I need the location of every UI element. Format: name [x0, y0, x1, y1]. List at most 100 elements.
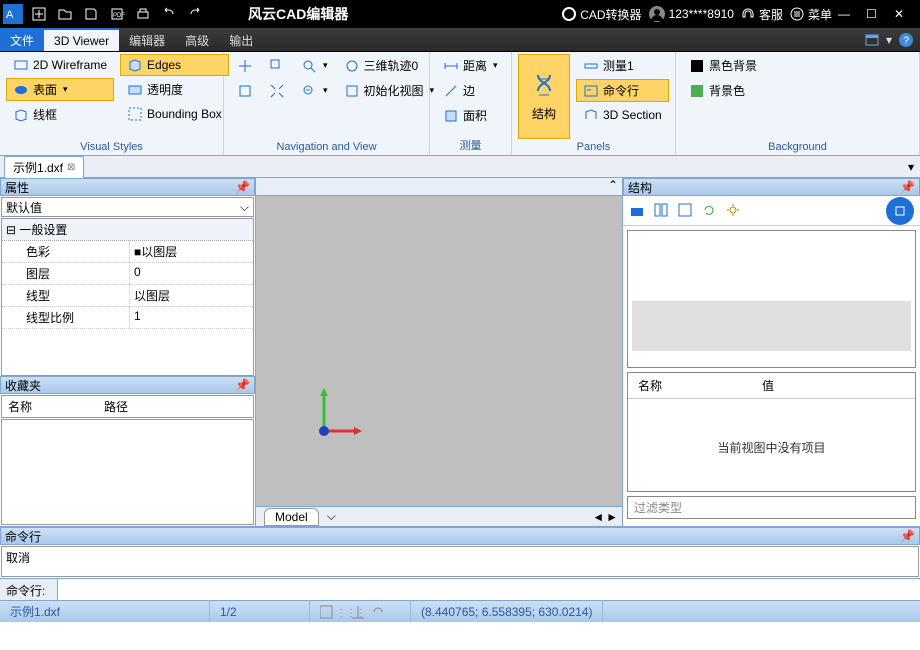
- command-input-row: 命令行:: [0, 578, 920, 600]
- surface-button[interactable]: 表面: [6, 78, 114, 101]
- col-value[interactable]: 值: [752, 373, 784, 398]
- action-fab-icon[interactable]: [886, 197, 914, 225]
- new-icon[interactable]: [28, 3, 50, 25]
- favorites-header: 收藏夹📌: [0, 376, 255, 394]
- support-button[interactable]: 客服: [740, 6, 783, 23]
- tab-editor[interactable]: 编辑器: [119, 28, 175, 51]
- bgcolor-button[interactable]: 背景色: [682, 79, 764, 102]
- user-account[interactable]: 123****8910: [648, 5, 734, 23]
- properties-grid: ⊟ 一般设置 色彩■以图层 图层0 线型以图层 线型比例1: [1, 218, 254, 376]
- command-prompt: 命令行:: [0, 579, 58, 600]
- view-1-icon[interactable]: [629, 202, 647, 220]
- edge-button[interactable]: 边: [436, 79, 505, 102]
- property-row: 图层0: [2, 263, 253, 285]
- nav-tool-4[interactable]: [262, 79, 292, 102]
- structure-header: 结构📌: [623, 178, 920, 196]
- workspace: 属性📌 默认值⌵ ⊟ 一般设置 色彩■以图层 图层0 线型以图层 线型比例1 收…: [0, 178, 920, 526]
- pin-icon[interactable]: 📌: [900, 180, 915, 194]
- col-name[interactable]: 名称: [628, 373, 672, 398]
- ribbon-minimize-icon[interactable]: [864, 32, 880, 48]
- area-button[interactable]: 面积: [436, 104, 505, 127]
- zoom-dropdown[interactable]: [294, 54, 335, 77]
- section-3d-button[interactable]: 3D Section: [576, 104, 669, 126]
- expand-icon[interactable]: ⌃: [604, 178, 622, 195]
- close-button[interactable]: ✕: [894, 7, 916, 21]
- wireframe-icon: [13, 107, 29, 123]
- black-bg-icon: [689, 58, 705, 74]
- init-view-icon: [344, 83, 360, 99]
- model-tab[interactable]: Model: [264, 508, 319, 526]
- close-tab-icon[interactable]: ⊠: [67, 162, 75, 173]
- bgcolor-icon: [689, 83, 705, 99]
- favorites-list[interactable]: [1, 419, 254, 525]
- zoom-out-dropdown[interactable]: [294, 79, 335, 102]
- black-bg-button[interactable]: 黑色背景: [682, 54, 764, 77]
- zoom-icon: [301, 58, 317, 74]
- scroll-left-icon[interactable]: ◄: [592, 510, 604, 524]
- refresh-icon[interactable]: [701, 202, 719, 220]
- open-icon[interactable]: [54, 3, 76, 25]
- tab-3d-viewer[interactable]: 3D Viewer: [44, 28, 119, 51]
- empty-message: 当前视图中没有项目: [628, 399, 915, 456]
- nav-tool-2[interactable]: [262, 54, 292, 77]
- wireframe-2d-icon: [13, 57, 29, 73]
- edges-button[interactable]: Edges: [120, 54, 229, 76]
- edges-icon: [127, 57, 143, 73]
- doc-tabs-dropdown-icon[interactable]: ▾: [908, 160, 914, 174]
- wireframe-2d-button[interactable]: 2D Wireframe: [6, 54, 114, 76]
- distance-icon: [443, 58, 459, 74]
- edge-icon: [443, 83, 459, 99]
- pin-icon[interactable]: 📌: [235, 180, 250, 194]
- app-logo-icon: A: [2, 3, 24, 25]
- status-toggles[interactable]: ⋮⋮⋮: [310, 601, 411, 622]
- tab-advanced[interactable]: 高级: [175, 28, 219, 51]
- svg-text:A: A: [6, 9, 14, 21]
- viewport[interactable]: [256, 196, 622, 506]
- help-icon[interactable]: ?: [898, 32, 914, 48]
- cmdline-button[interactable]: 命令行: [576, 79, 669, 102]
- save-icon[interactable]: [80, 3, 102, 25]
- structure-big-button[interactable]: 结构: [518, 54, 570, 139]
- transparency-button[interactable]: 透明度: [120, 78, 229, 101]
- view-2-icon[interactable]: [653, 202, 671, 220]
- cad-converter-button[interactable]: CAD转换器: [561, 6, 641, 23]
- pin-icon[interactable]: 📌: [235, 378, 250, 392]
- minimize-button[interactable]: —: [838, 7, 860, 21]
- orbit-button[interactable]: 三维轨迹0: [337, 54, 426, 77]
- document-tab[interactable]: 示例1.dxf⊠: [4, 156, 84, 178]
- print-icon[interactable]: [132, 3, 154, 25]
- model-tab-bar: Model ⌵ ◄►: [256, 506, 622, 526]
- ribbon-dropdown-icon[interactable]: ▾: [886, 33, 892, 47]
- init-view-button[interactable]: 初始化视图: [337, 79, 442, 102]
- properties-selector[interactable]: 默认值⌵: [1, 197, 254, 217]
- command-input[interactable]: [58, 579, 920, 600]
- status-bar: 示例1.dxf 1/2 ⋮⋮⋮ (8.440765; 6.558395; 630…: [0, 600, 920, 622]
- model-tab-dropdown-icon[interactable]: ⌵: [327, 509, 336, 524]
- bounding-box-button[interactable]: Bounding Box: [120, 103, 229, 125]
- wireframe-button[interactable]: 线框: [6, 103, 114, 126]
- view-3-icon[interactable]: [677, 202, 695, 220]
- measure1-button[interactable]: 测量1: [576, 54, 669, 77]
- chevron-down-icon[interactable]: ⌵: [240, 200, 249, 215]
- redo-icon[interactable]: [184, 3, 206, 25]
- nav-tool-1[interactable]: [230, 54, 260, 77]
- filter-type[interactable]: 过滤类型: [627, 496, 916, 519]
- zoom-out-icon: [301, 83, 317, 99]
- nav-tool-3[interactable]: [230, 79, 260, 102]
- app-title: 风云CAD编辑器: [248, 4, 348, 24]
- maximize-button[interactable]: ☐: [866, 7, 888, 21]
- distance-button[interactable]: 距离: [436, 54, 505, 77]
- tab-output[interactable]: 输出: [219, 28, 263, 51]
- structure-grid: 名称 值 当前视图中没有项目: [627, 372, 916, 492]
- structure-label: 结构: [532, 105, 556, 122]
- menu-button[interactable]: 菜单: [789, 6, 832, 23]
- property-group-header[interactable]: ⊟ 一般设置: [2, 219, 253, 241]
- pin-icon[interactable]: 📌: [900, 529, 915, 543]
- tab-file[interactable]: 文件: [0, 28, 44, 51]
- undo-icon[interactable]: [158, 3, 180, 25]
- save-pdf-icon[interactable]: PDF: [106, 3, 128, 25]
- ribbon: 2D Wireframe 表面 线框 Edges 透明度 Bounding Bo…: [0, 52, 920, 156]
- svg-text:⋮⋮⋮: ⋮⋮⋮: [336, 608, 366, 619]
- scroll-right-icon[interactable]: ►: [606, 510, 618, 524]
- settings-icon[interactable]: [725, 202, 743, 220]
